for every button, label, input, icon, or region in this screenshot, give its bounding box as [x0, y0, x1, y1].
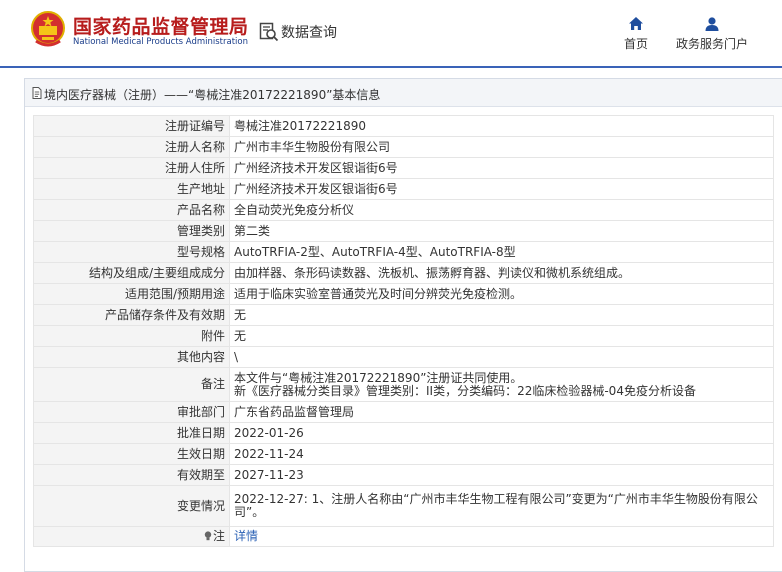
field-value: 2022-01-26	[229, 422, 774, 444]
field-value: 第二类	[229, 220, 774, 242]
header-divider	[0, 66, 782, 68]
national-emblem-icon	[31, 11, 65, 47]
field-label: 生产地址	[33, 178, 230, 200]
table-row: 产品储存条件及有效期 无	[33, 304, 774, 326]
field-value: 广州经济技术开发区银诣街6号	[229, 157, 774, 179]
table-row: 适用范围/预期用途 适用于临床实验室普通荧光及时间分辨荧光免疫检测。	[33, 283, 774, 305]
field-value: 2022-11-24	[229, 443, 774, 465]
field-label: 注册人名称	[33, 136, 230, 158]
field-value: 无	[229, 325, 774, 347]
field-value: 全自动荧光免疫分析仪	[229, 199, 774, 221]
details-link[interactable]: 详情	[234, 529, 258, 543]
field-label: 其他内容	[33, 346, 230, 368]
field-value: 本文件与“粤械注准20172221890”注册证共同使用。 新《医疗器械分类目录…	[229, 367, 774, 402]
field-value: 2022-12-27: 1、注册人名称由“广州市丰华生物工程有限公司”变更为“广…	[229, 485, 774, 527]
field-label: 适用范围/预期用途	[33, 283, 230, 305]
table-row: 产品名称 全自动荧光免疫分析仪	[33, 199, 774, 221]
field-label: 型号规格	[33, 241, 230, 263]
nav-home[interactable]: 首页	[620, 16, 652, 52]
field-value: AutoTRFIA-2型、AutoTRFIA-4型、AutoTRFIA-8型	[229, 241, 774, 263]
table-row: 生效日期 2022-11-24	[33, 443, 774, 465]
table-row: 审批部门 广东省药品监督管理局	[33, 401, 774, 423]
site-title[interactable]: 国家药品监督管理局	[73, 12, 249, 39]
note-line-2: 新《医疗器械分类目录》管理类别：II类，分类编码：22临床检验器械-04免疫分析…	[234, 383, 696, 398]
table-row: 结构及组成/主要组成成分 由加样器、条形码读数器、洗板机、振荡孵育器、判读仪和微…	[33, 262, 774, 284]
field-value: 2027-11-23	[229, 464, 774, 486]
field-value: \	[229, 346, 774, 368]
registration-info-table: 注册证编号 粤械注准20172221890 注册人名称 广州市丰华生物股份有限公…	[33, 115, 774, 547]
nav-service-portal[interactable]: 政务服务门户	[674, 16, 750, 52]
table-row: 型号规格 AutoTRFIA-2型、AutoTRFIA-4型、AutoTRFIA…	[33, 241, 774, 263]
detail-panel: 境内医疗器械（注册）——“粤械注准20172221890”基本信息 注册证编号 …	[24, 78, 782, 572]
field-value: 广州经济技术开发区银诣街6号	[229, 178, 774, 200]
table-row: 有效期至 2027-11-23	[33, 464, 774, 486]
breadcrumb: 境内医疗器械（注册）——“粤械注准20172221890”基本信息	[25, 79, 782, 107]
data-query-icon[interactable]	[259, 22, 279, 42]
table-row: 附件 无	[33, 325, 774, 347]
field-label: 附件	[33, 325, 230, 347]
table-row-note: 备注 本文件与“粤械注准20172221890”注册证共同使用。 新《医疗器械分…	[33, 367, 774, 402]
field-label: 批准日期	[33, 422, 230, 444]
field-label: 有效期至	[33, 464, 230, 486]
document-icon	[32, 87, 42, 99]
field-label: 注	[33, 526, 230, 547]
field-value: 无	[229, 304, 774, 326]
table-row: 管理类别 第二类	[33, 220, 774, 242]
field-label: 审批部门	[33, 401, 230, 423]
field-value: 粤械注准20172221890	[229, 115, 774, 137]
field-value: 由加样器、条形码读数器、洗板机、振荡孵育器、判读仪和微机系统组成。	[229, 262, 774, 284]
note-line-1: 本文件与“粤械注准20172221890”注册证共同使用。	[234, 370, 523, 385]
table-row: 注册证编号 粤械注准20172221890	[33, 115, 774, 137]
field-label: 结构及组成/主要组成成分	[33, 262, 230, 284]
site-subtitle: National Medical Products Administration	[73, 37, 248, 47]
nav-service-portal-label: 政务服务门户	[675, 37, 748, 51]
breadcrumb-text: 境内医疗器械（注册）——“粤械注准20172221890”基本信息	[44, 88, 381, 102]
field-value: 广州市丰华生物股份有限公司	[229, 136, 774, 158]
nav-home-label: 首页	[623, 37, 648, 51]
table-row: 其他内容 \	[33, 346, 774, 368]
table-row-change: 变更情况 2022-12-27: 1、注册人名称由“广州市丰华生物工程有限公司”…	[33, 485, 774, 527]
table-row: 生产地址 广州经济技术开发区银诣街6号	[33, 178, 774, 200]
field-label: 产品名称	[33, 199, 230, 221]
field-label: 变更情况	[33, 485, 230, 527]
table-row-remark: 注 详情	[33, 526, 774, 547]
bulb-icon	[204, 531, 212, 541]
table-row: 批准日期 2022-01-26	[33, 422, 774, 444]
field-value: 广东省药品监督管理局	[229, 401, 774, 423]
field-value: 适用于临床实验室普通荧光及时间分辨荧光免疫检测。	[229, 283, 774, 305]
field-label: 生效日期	[33, 443, 230, 465]
field-label: 产品储存条件及有效期	[33, 304, 230, 326]
table-row: 注册人住所 广州经济技术开发区银诣街6号	[33, 157, 774, 179]
field-label: 管理类别	[33, 220, 230, 242]
table-row: 注册人名称 广州市丰华生物股份有限公司	[33, 136, 774, 158]
field-label: 注册人住所	[33, 157, 230, 179]
home-icon	[629, 17, 643, 30]
site-header: 国家药品监督管理局 National Medical Products Admi…	[0, 0, 782, 64]
field-label: 注册证编号	[33, 115, 230, 137]
data-query-link[interactable]: 数据查询	[281, 22, 337, 42]
field-label: 备注	[33, 367, 230, 402]
user-icon	[705, 17, 719, 31]
field-value: 详情	[229, 526, 774, 547]
remark-label: 注	[212, 529, 225, 543]
